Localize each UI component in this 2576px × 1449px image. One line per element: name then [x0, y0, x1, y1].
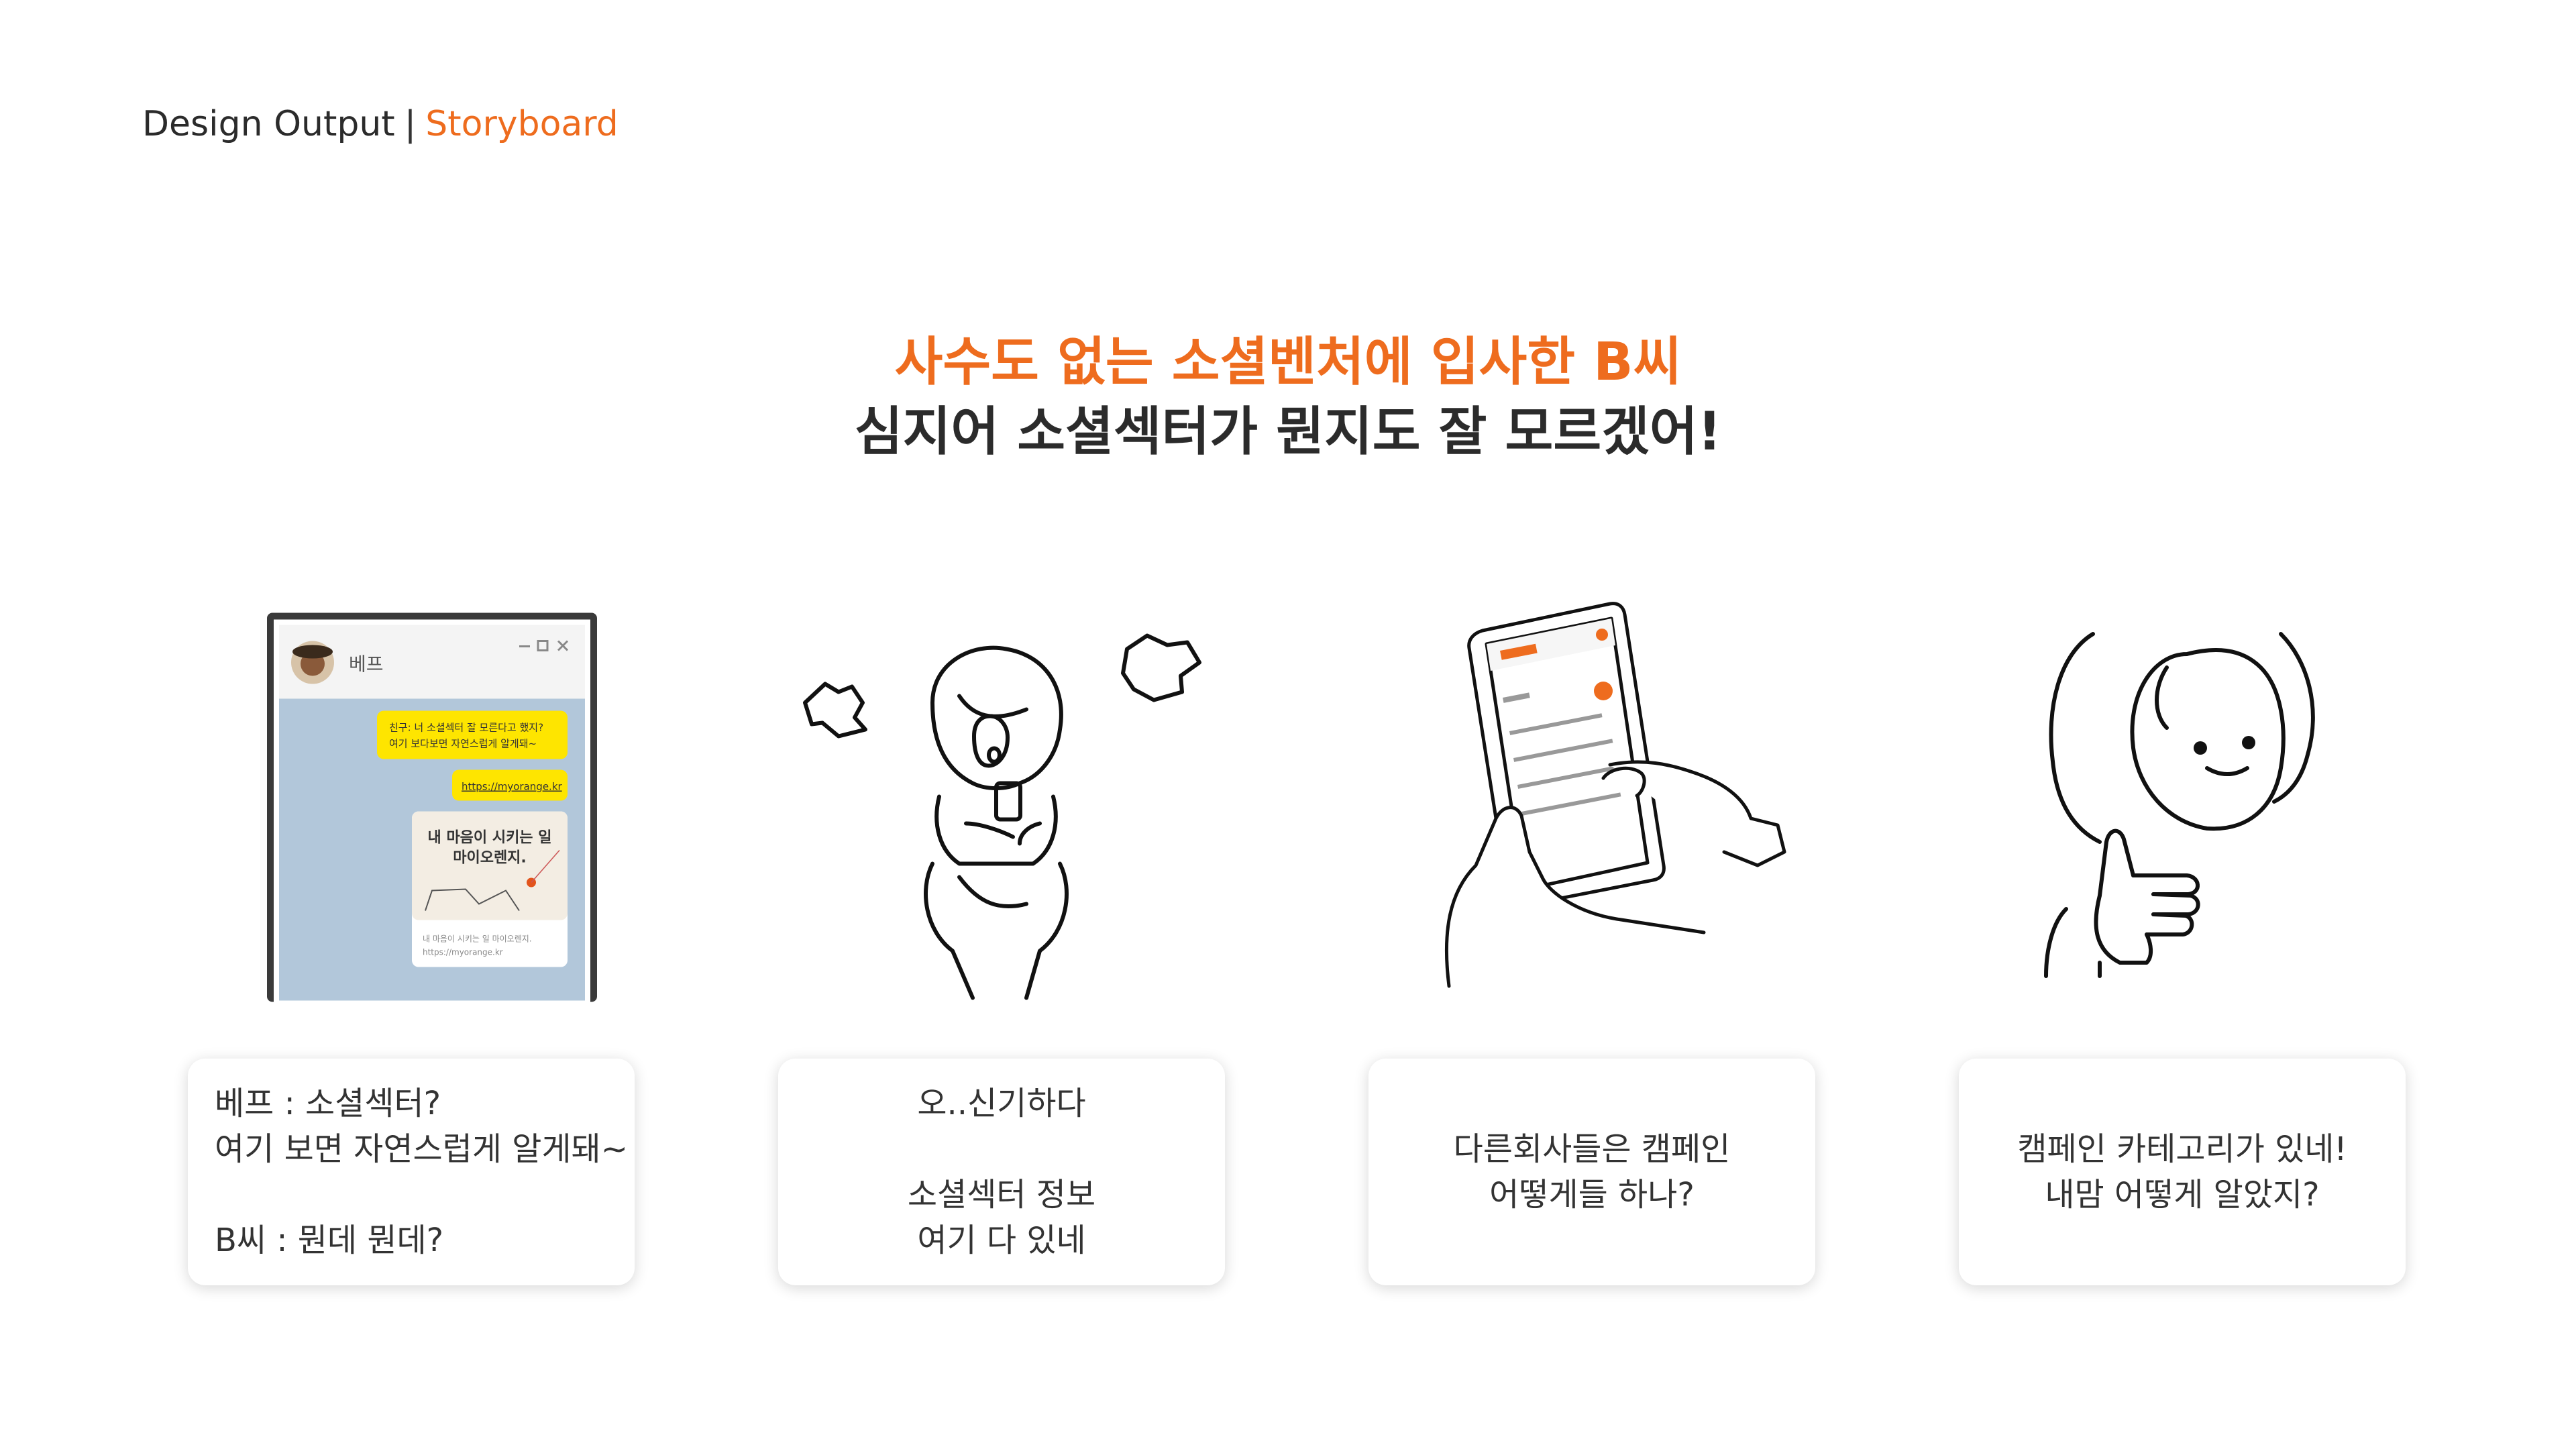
caption-3-line-1: 다른회사들은 캠페인	[1453, 1130, 1731, 1168]
chat-bubble-outgoing	[377, 710, 568, 759]
knees	[957, 875, 1028, 909]
caption-4-line-2: 내맘 어떻게 알았지?	[2045, 1176, 2320, 1214]
breadcrumb-section: Design Output	[142, 104, 395, 144]
breadcrumb: Design Output | Storyboard	[142, 101, 619, 148]
caption-1-line-3	[215, 1172, 608, 1218]
chat-link[interactable]: https://myorange.kr	[462, 781, 563, 793]
breadcrumb-separator: |	[404, 104, 417, 144]
caption-1-line-1: 베프 : 소셜섹터?	[215, 1085, 441, 1122]
caption-1-line-2: 여기 보면 자연스럽게 알게돼~	[215, 1130, 628, 1168]
arm-right	[1018, 821, 1042, 846]
caption-1-line-4: B씨 : 뭔데 뭔데?	[215, 1222, 444, 1259]
caption-card-4: 캠페인 카테고리가 있네! 내맘 어떻게 알았지?	[1959, 1059, 2406, 1285]
chat-bubble-line-1: 친구: 너 소셜섹터 잘 모른다고 했지?	[389, 722, 543, 734]
caption-2-line-1: 오..신기하다	[917, 1085, 1086, 1122]
headline-line-1: 사수도 없는 소셜벤처에 입사한 B씨	[894, 332, 1682, 392]
mouth	[987, 746, 1002, 764]
smile	[2205, 766, 2249, 776]
category-active-icon	[1594, 682, 1613, 700]
leg-right	[1024, 861, 1069, 1000]
link-preview-url: https://myorange.kr	[423, 948, 503, 957]
breadcrumb-current: Storyboard	[425, 104, 619, 144]
link-preview-desc: 내 마음이 시키는 일 마이오렌지.	[423, 934, 532, 944]
shoulder-left	[2044, 907, 2068, 978]
illustration-thumbs-up	[2044, 632, 2315, 978]
eye-left	[2194, 741, 2207, 755]
caption-3-line-2: 어떻게들 하나?	[1489, 1176, 1695, 1214]
finger-2	[2151, 892, 2200, 916]
caption-card-2: 오..신기하다 소셜섹터 정보 여기 다 있네	[778, 1059, 1225, 1285]
hair-curl	[2155, 665, 2169, 730]
fist	[2094, 894, 2153, 965]
hair-fringe	[957, 694, 1028, 718]
page-headline: 사수도 없는 소셜벤처에 입사한 B씨 심지어 소셜섹터가 뭔지도 잘 모르겠어…	[0, 327, 2576, 467]
caption-card-3: 다른회사들은 캠페인 어떻게들 하나?	[1368, 1059, 1815, 1285]
finger-1	[2131, 873, 2200, 896]
illustration-chat-monitor: 베프 친구: 너 소셜섹터 잘 모른다고 했지? 여기 보다보면 자연스럽게 알…	[267, 612, 597, 1002]
illustration-phone-in-hands	[1444, 602, 1786, 988]
arm-left	[964, 821, 1015, 839]
finger-3	[2145, 912, 2194, 936]
chat-bubble-line-2: 여기 보다보면 자연스럽게 알게돼~	[389, 738, 537, 750]
link-preview-title-1: 내 마음이 시키는 일	[428, 830, 552, 847]
avatar	[291, 641, 334, 684]
caption-2-line-3: 소셜섹터 정보	[907, 1176, 1096, 1214]
chat-contact-name: 베프	[349, 653, 384, 676]
frustration-cloud-right	[1121, 633, 1201, 702]
hair-left	[2049, 632, 2102, 844]
eye-right	[2242, 736, 2255, 749]
illustration-crouching-person	[803, 633, 1201, 1000]
frustration-cloud-left	[803, 682, 867, 739]
caption-card-1: 베프 : 소셜섹터? 여기 보면 자연스럽게 알게돼~ B씨 : 뭔데 뭔데?	[188, 1059, 635, 1285]
caption-2-line-4: 여기 다 있네	[917, 1222, 1086, 1259]
face	[2130, 648, 2286, 831]
headline-line-2: 심지어 소셜섹터가 뭔지도 잘 모르겠어!	[854, 402, 1722, 462]
caption-4-line-1: 캠페인 카테고리가 있네!	[2017, 1130, 2347, 1168]
link-preview-title-2: 마이오렌지.	[453, 850, 527, 867]
notification-badge	[1596, 629, 1608, 641]
thumb	[2098, 828, 2135, 898]
